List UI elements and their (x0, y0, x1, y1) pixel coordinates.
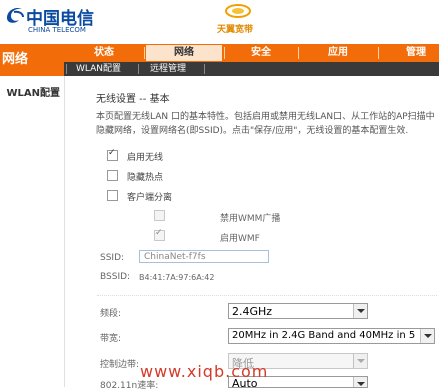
ssid-input[interactable]: ChinaNet-f7fs (139, 250, 269, 263)
china-telecom-logo-icon (7, 8, 24, 23)
disable-wmm-label: 禁用WMM广播 (220, 214, 281, 224)
divider (97, 295, 437, 296)
subtab-remote-management[interactable]: 远程管理 (150, 62, 186, 76)
band-select[interactable]: 2.4GHz (228, 303, 368, 319)
watermark-text: www.xiqb.com (140, 362, 269, 381)
enable-wmf-label: 启用WMF (220, 234, 260, 244)
page-title: 无线设置 -- 基本 (96, 94, 170, 105)
main-nav: 状态 网络 安全 应用 管理 (64, 44, 439, 62)
bandwidth-select[interactable]: 20MHz in 2.4G Band and 40MHz in 5 (228, 328, 435, 344)
band-label: 频段: (100, 309, 122, 319)
section-title: 网络 (0, 44, 64, 76)
hide-ap-label: 隐藏热点 (127, 173, 164, 183)
tab-application[interactable]: 应用 (300, 45, 376, 61)
chevron-down-icon (353, 377, 367, 387)
bandwidth-label: 带宽: (100, 334, 122, 344)
ssid-label: SSID: (100, 253, 125, 263)
brand-swirl-icon (225, 4, 251, 18)
enable-wmf-checkbox[interactable] (154, 228, 165, 241)
subnav-divider (138, 64, 139, 74)
subnav-divider (204, 64, 205, 74)
chevron-down-icon (353, 304, 367, 318)
nav-divider (144, 47, 145, 59)
tab-network[interactable]: 网络 (146, 45, 222, 61)
tab-status[interactable]: 状态 (66, 45, 142, 61)
nav-divider (224, 47, 225, 59)
page-description: 本页配置无线LAN 口的基本特性。包括启用或禁用无线LAN口、从工作站的AP扫描… (96, 112, 435, 136)
subnav-divider (66, 64, 67, 74)
nav-divider (298, 47, 299, 59)
enable-wireless-checkbox[interactable] (107, 148, 118, 161)
tab-management[interactable]: 管理 (380, 45, 439, 61)
sidebar-item-wlan[interactable]: WLAN配置 (0, 84, 64, 99)
band-select-value: 2.4GHz (232, 305, 273, 318)
logo-text-en: CHINA TELECOM (28, 26, 86, 34)
client-isolation-checkbox[interactable] (107, 190, 118, 201)
nav-divider (378, 47, 379, 59)
header: 中国电信 CHINA TELECOM 天翼宽带 (0, 0, 439, 44)
client-isolation-label: 客户端分离 (127, 193, 173, 203)
sideband-label: 控制边带: (100, 360, 140, 370)
sub-nav: WLAN配置 远程管理 (64, 62, 439, 76)
hide-ap-checkbox[interactable] (107, 170, 118, 181)
tab-security[interactable]: 安全 (226, 45, 296, 61)
main-content: 无线设置 -- 基本 本页配置无线LAN 口的基本特性。包括启用或禁用无线LAN… (64, 76, 439, 391)
disable-wmm-checkbox[interactable] (154, 210, 165, 221)
bssid-label: BSSID: (100, 272, 131, 282)
chevron-down-icon (353, 354, 367, 368)
bandwidth-select-value: 20MHz in 2.4G Band and 40MHz in 5 (232, 330, 416, 341)
brand-name: 天翼宽带 (217, 25, 254, 35)
subtab-wlan-config[interactable]: WLAN配置 (76, 62, 121, 76)
enable-wireless-label: 启用无线 (127, 153, 164, 163)
chevron-down-icon (420, 329, 434, 343)
bssid-value: B4:41:7A:97:6A:42 (139, 273, 215, 282)
